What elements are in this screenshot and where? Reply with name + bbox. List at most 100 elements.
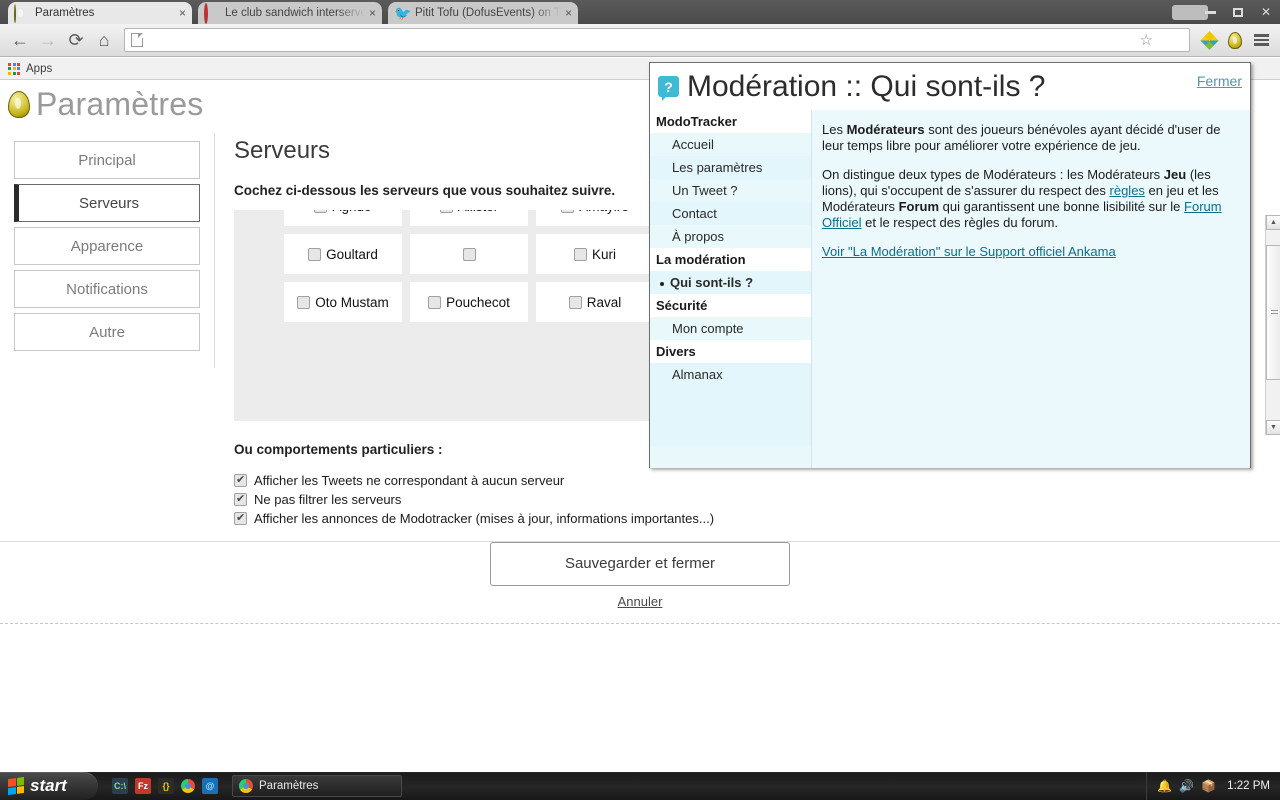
behaviour-option-1[interactable]: Ne pas filtrer les serveurs	[234, 490, 1280, 509]
page-document-icon	[131, 33, 143, 47]
server-checkbox-pouchecot[interactable]: Pouchecot	[410, 282, 528, 322]
browser-tab-1[interactable]: Le club sandwich interserveu ×	[198, 2, 382, 24]
save-and-close-button[interactable]: Sauvegarder et fermer	[490, 542, 790, 586]
settings-sidebar: Principal Serveurs Apparence Notificatio…	[0, 127, 214, 597]
popup-nav-item-un-tweet[interactable]: Un Tweet ?	[650, 179, 811, 202]
tab-close-icon[interactable]: ×	[179, 7, 186, 19]
popup-footer-paragraph: Voir "La Modération" sur le Support offi…	[822, 244, 1234, 260]
server-label: Oto Mustam	[315, 294, 389, 310]
apps-label[interactable]: Apps	[26, 63, 52, 75]
server-checkbox-agride[interactable]: Agride	[284, 210, 402, 226]
sidebar-item-principal[interactable]: Principal	[14, 141, 200, 179]
checkbox-icon[interactable]	[462, 247, 476, 261]
hexchat-icon[interactable]: @	[202, 778, 218, 794]
checkbox-icon[interactable]	[573, 247, 587, 261]
popup-sidebar: ModoTracker Accueil Les paramètres Un Tw…	[650, 110, 812, 468]
maximize-button[interactable]	[1224, 1, 1252, 23]
checkbox-icon[interactable]	[234, 473, 247, 487]
server-checkbox-goultard[interactable]: Goultard	[284, 234, 402, 274]
popup-nav-header-la-moderation: La modération	[650, 248, 811, 271]
popup-close-link[interactable]: Fermer	[1197, 73, 1242, 89]
reload-icon[interactable]: ⟳	[62, 26, 90, 54]
popup-nav-label: Qui sont-ils ?	[670, 275, 754, 290]
behaviour-label: Ne pas filtrer les serveurs	[254, 492, 402, 507]
update-icon[interactable]: 📦	[1201, 779, 1216, 793]
sidebar-item-notifications[interactable]: Notifications	[14, 270, 200, 308]
save-area: Sauvegarder et fermer Annuler	[0, 542, 1280, 609]
tab-close-icon[interactable]: ×	[565, 7, 572, 19]
dofus-egg-extension-icon[interactable]	[1222, 26, 1248, 54]
popup-nav-item-a-propos[interactable]: À propos	[650, 225, 811, 248]
checkbox-icon[interactable]	[314, 210, 328, 213]
server-checkbox-raval[interactable]: Raval	[536, 282, 654, 322]
windows-flag-icon	[8, 776, 24, 796]
popup-nav-item-almanax[interactable]: Almanax	[650, 363, 811, 386]
server-checkbox-kuri[interactable]: Kuri	[536, 234, 654, 274]
page-scrollbar[interactable]: ▲ ▼	[1265, 215, 1280, 435]
sidebar-item-serveurs[interactable]: Serveurs	[14, 184, 200, 222]
checkbox-icon[interactable]	[234, 492, 247, 506]
moderation-popup: ? Modération :: Qui sont-ils ? Fermer Mo…	[649, 62, 1251, 468]
browser-tab-2[interactable]: 🐦 Pitit Tofu (DofusEvents) on T ×	[388, 2, 578, 24]
address-bar[interactable]: ☆	[124, 28, 1190, 52]
popup-nav-item-les-parametres[interactable]: Les paramètres	[650, 156, 811, 179]
popup-nav-item-qui-sont-ils[interactable]: Qui sont-ils ?	[650, 271, 811, 294]
taskbar-clock[interactable]: 1:22 PM	[1227, 780, 1270, 792]
checkbox-icon[interactable]	[439, 210, 453, 213]
checkbox-icon[interactable]	[297, 295, 311, 309]
home-icon[interactable]: ⌂	[90, 26, 118, 54]
volume-icon[interactable]: 🔊	[1179, 779, 1194, 793]
server-checkbox-hidden-2[interactable]	[410, 234, 528, 274]
system-tray: 🔔 🔊 📦 1:22 PM	[1146, 772, 1280, 800]
checkbox-icon[interactable]	[561, 210, 575, 213]
bookmark-star-icon[interactable]: ☆	[1140, 31, 1153, 49]
checkbox-icon[interactable]	[568, 295, 582, 309]
regles-link[interactable]: règles	[1110, 183, 1145, 198]
checkbox-icon[interactable]	[428, 295, 442, 309]
popup-nav-item-accueil[interactable]: Accueil	[650, 133, 811, 156]
screen: Paramètres × Le club sandwich interserve…	[0, 0, 1280, 800]
chrome-icon[interactable]	[181, 779, 195, 793]
server-checkbox-allister[interactable]: Allister	[410, 210, 528, 226]
filezilla-icon[interactable]: Fz	[135, 778, 151, 794]
support-ankama-link[interactable]: Voir "La Modération" sur le Support offi…	[822, 244, 1116, 259]
server-label: Goultard	[326, 246, 378, 262]
checkbox-icon[interactable]	[308, 247, 322, 261]
scroll-down-icon[interactable]: ▼	[1266, 420, 1280, 435]
apps-grid-icon[interactable]	[8, 62, 20, 75]
popup-nav-item-mon-compte[interactable]: Mon compte	[650, 317, 811, 340]
popup-nav-item-contact[interactable]: Contact	[650, 202, 811, 225]
twitter-bird-icon: 🐦	[394, 5, 412, 21]
checkbox-icon[interactable]	[234, 511, 247, 525]
server-checkbox-oto-mustam[interactable]: Oto Mustam	[284, 282, 402, 322]
sidebar-item-apparence[interactable]: Apparence	[14, 227, 200, 265]
scrollbar-grip-icon	[1271, 309, 1278, 316]
scrollbar-thumb[interactable]	[1266, 245, 1280, 380]
help-bubble-icon: ?	[658, 76, 679, 101]
cmd-icon[interactable]: C:\	[112, 778, 128, 794]
behaviour-option-2[interactable]: Afficher les annonces de Modotracker (mi…	[234, 509, 1280, 528]
behaviour-label: Afficher les annonces de Modotracker (mi…	[254, 511, 715, 526]
chrome-menu-icon[interactable]	[1248, 26, 1274, 54]
diamond-extension-icon[interactable]	[1196, 26, 1222, 54]
browser-tab-0[interactable]: Paramètres ×	[8, 2, 192, 24]
browser-tab-strip: Paramètres × Le club sandwich interserve…	[0, 0, 1280, 24]
server-checkbox-amayiro[interactable]: Amayiro	[536, 210, 654, 226]
page-title: Paramètres	[36, 85, 204, 122]
cancel-link[interactable]: Annuler	[0, 594, 1280, 609]
back-icon[interactable]: ←	[6, 26, 34, 54]
start-label: start	[30, 776, 67, 795]
sidebar-item-autre[interactable]: Autre	[14, 313, 200, 351]
taskbar-item-parametres[interactable]: Paramètres	[232, 775, 402, 797]
taskbar-item-label: Paramètres	[259, 780, 319, 792]
scroll-up-icon[interactable]: ▲	[1266, 215, 1280, 230]
close-window-button[interactable]: ✕	[1252, 1, 1280, 23]
tab-close-icon[interactable]: ×	[369, 7, 376, 19]
bell-icon[interactable]: 🔔	[1157, 779, 1172, 793]
forward-icon[interactable]: →	[34, 26, 62, 54]
start-button[interactable]: start	[0, 772, 98, 800]
minimize-button[interactable]	[1196, 1, 1224, 23]
behaviour-label: Afficher les Tweets ne correspondant à a…	[254, 473, 565, 488]
behaviour-option-0[interactable]: Afficher les Tweets ne correspondant à a…	[234, 471, 1280, 490]
code-icon[interactable]: {}	[158, 778, 174, 794]
